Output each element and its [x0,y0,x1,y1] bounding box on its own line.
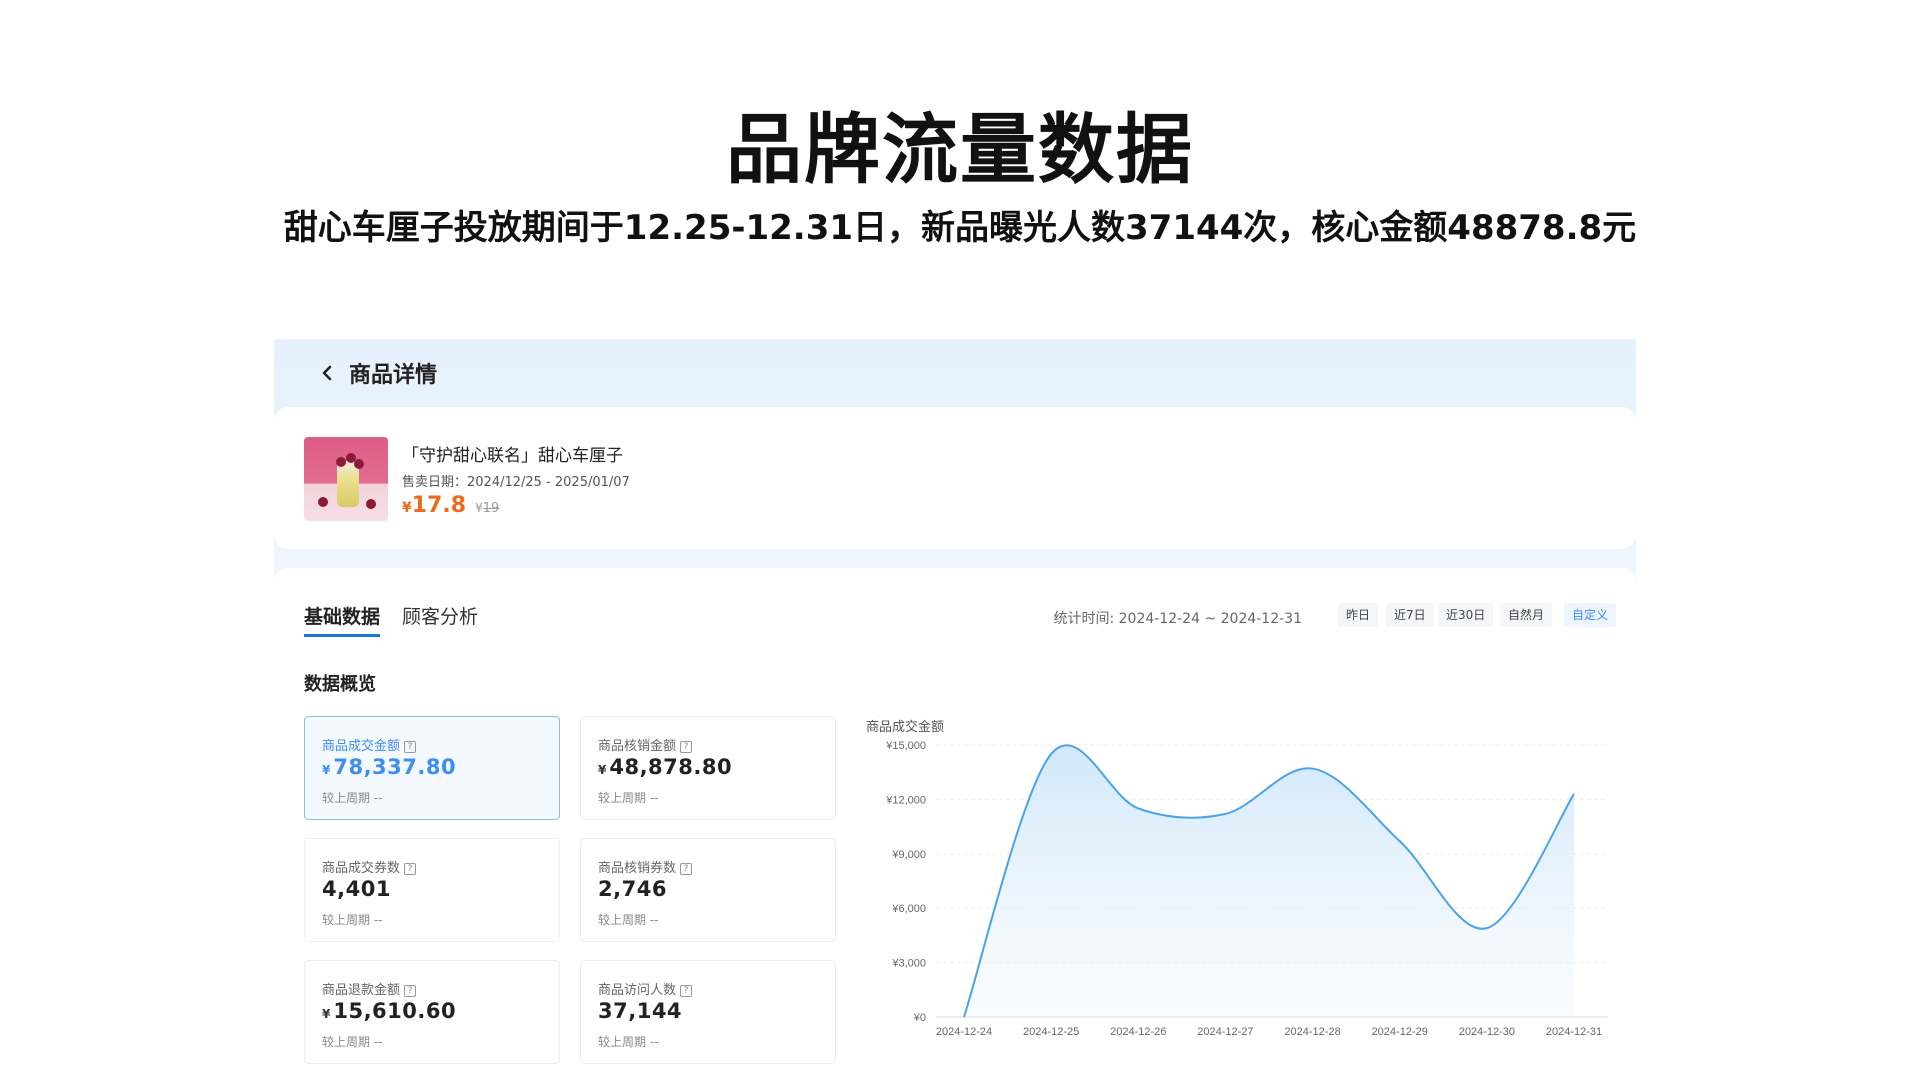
x-tick-label: 2024-12-24 [936,1026,992,1038]
metric-value: 15,610.60 [333,999,457,1023]
original-price-symbol: ¥ [475,501,483,515]
metric-compare: 较上周期 -- [322,791,383,805]
help-icon[interactable]: ? [404,863,417,875]
range-7d[interactable]: 近7日 [1386,603,1434,627]
metric-label: 商品核销金额 [598,739,677,754]
metric-label: 商品核销券数 [598,861,677,876]
range-custom[interactable]: 自定义 [1564,603,1617,627]
metric-value: 78,337.80 [333,755,457,779]
tab-customer-analysis[interactable]: 顾客分析 [402,602,478,629]
slide-subtitle: 甜心车厘子投放期间于12.25-12.31日，新品曝光人数37144次，核心金额… [283,208,1637,248]
product-name: 「守护甜心联名」甜心车厘子 [402,446,623,466]
y-tick-label: ¥6,000 [891,903,926,915]
help-icon[interactable]: ? [404,741,417,753]
x-tick-label: 2024-12-27 [1197,1026,1253,1038]
y-tick-label: ¥12,000 [885,794,926,806]
metric-label: 商品成交券数 [322,861,401,876]
y-tick-label: ¥15,000 [885,740,926,752]
help-icon[interactable]: ? [680,741,693,753]
metric-card-refund-amount[interactable]: 商品退款金额? ¥15,610.60 较上周期 -- [304,960,560,1064]
x-tick-label: 2024-12-30 [1459,1026,1515,1038]
x-tick-label: 2024-12-26 [1110,1026,1166,1038]
metric-value: 4,401 [322,877,391,901]
currency-symbol: ¥ [322,763,331,777]
metric-compare: 较上周期 -- [322,1035,383,1049]
slide-title: 品牌流量数据 [726,105,1194,194]
tab-basic-data[interactable]: 基础数据 [304,602,380,629]
x-tick-label: 2024-12-25 [1023,1026,1079,1038]
overview-title: 数据概览 [304,674,376,695]
help-icon[interactable]: ? [680,863,693,875]
data-content: 基础数据 顾客分析 统计时间: 2024-12-24 ~ 2024-12-31 … [274,568,1636,1080]
price-row: ¥17.8 ¥19 [402,493,499,518]
metric-card-voucher-redeemed[interactable]: 商品核销券数? 2,746 较上周期 -- [580,838,836,942]
help-icon[interactable]: ? [680,985,693,997]
metric-card-visitors[interactable]: 商品访问人数? 37,144 较上周期 -- [580,960,836,1064]
page-title: 商品详情 [349,363,438,388]
metric-compare: 较上周期 -- [322,913,383,927]
metric-value: 2,746 [598,877,667,901]
price-symbol: ¥ [402,500,412,516]
product-thumbnail [304,437,388,521]
metric-value: 48,878.80 [609,755,733,779]
gmv-area-chart: ¥0 ¥3,000 ¥6,000 ¥9,000 ¥12,000 ¥15,000 2024-… [885,740,1608,1038]
metric-card-gmv[interactable]: 商品成交金额? ¥78,337.80 较上周期 -- [304,716,560,820]
metric-compare: 较上周期 -- [598,791,659,805]
x-tick-label: 2024-12-28 [1284,1026,1340,1038]
range-30d[interactable]: 近30日 [1438,603,1494,627]
y-tick-label: ¥0 [913,1012,926,1024]
y-tick-label: ¥9,000 [891,849,926,861]
chevron-left-icon[interactable] [316,361,338,385]
product-detail-panel: 商品详情 「守护甜心联名」甜心车厘子 售卖日期：2024/12/25 - 202… [274,339,1636,1080]
product-card: 「守护甜心联名」甜心车厘子 售卖日期：2024/12/25 - 2025/01/… [274,407,1636,549]
range-natural-month[interactable]: 自然月 [1500,603,1553,627]
original-price: 19 [482,501,500,516]
metric-compare: 较上周期 -- [598,913,659,927]
metric-label: 商品退款金额 [322,983,401,998]
range-yesterday[interactable]: 昨日 [1338,603,1379,627]
currency-symbol: ¥ [598,763,607,777]
current-price: 17.8 [411,493,467,518]
x-tick-label: 2024-12-29 [1372,1026,1428,1038]
y-tick-label: ¥3,000 [891,958,926,970]
metric-compare: 较上周期 -- [598,1035,659,1049]
x-tick-label: 2024-12-31 [1546,1026,1602,1038]
currency-symbol: ¥ [322,1007,331,1021]
page-header: 商品详情 [274,339,1636,409]
sale-date: 售卖日期：2024/12/25 - 2025/01/07 [402,475,630,490]
metric-card-voucher-sold[interactable]: 商品成交券数? 4,401 较上周期 -- [304,838,560,942]
help-icon[interactable]: ? [404,985,417,997]
metric-value: 37,144 [598,999,683,1023]
active-tab-indicator [304,634,380,637]
metric-label: 商品访问人数 [598,983,677,998]
stat-time: 统计时间: 2024-12-24 ~ 2024-12-31 [1053,611,1302,627]
metric-card-redeemed-amount[interactable]: 商品核销金额? ¥48,878.80 较上周期 -- [580,716,836,820]
metric-label: 商品成交金额 [322,739,401,754]
